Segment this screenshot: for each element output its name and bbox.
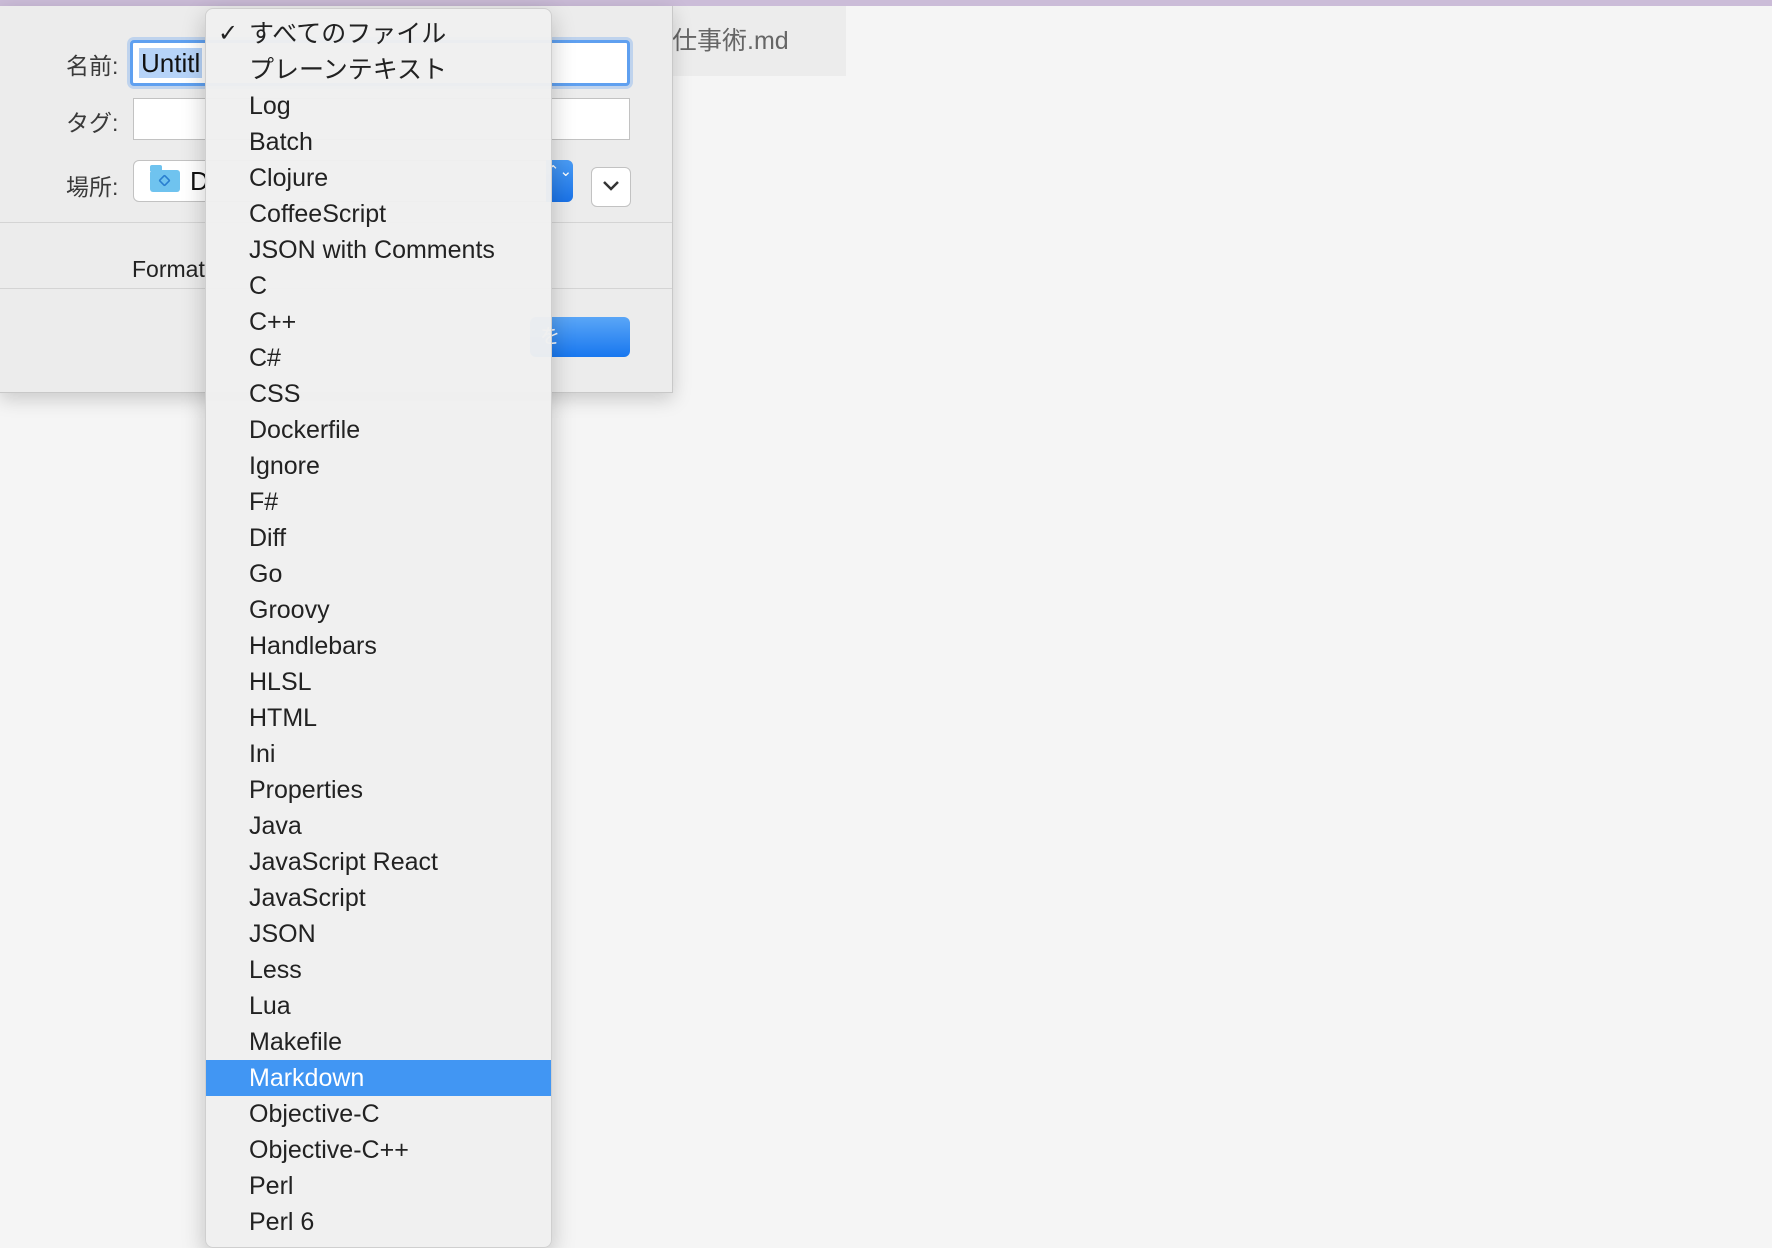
menu-item-label: Makefile (249, 1028, 343, 1056)
menu-item[interactable]: Objective-C++ (206, 1132, 551, 1168)
menu-item-label: JavaScript React (249, 848, 438, 876)
expand-dialog-button[interactable] (591, 167, 631, 207)
menu-item[interactable]: Lua (206, 988, 551, 1024)
menu-item-label: Ignore (249, 452, 320, 480)
menu-item[interactable]: Log (206, 88, 551, 124)
menu-item-label: Dockerfile (249, 416, 361, 444)
menu-item-label: Perl 6 (249, 1208, 315, 1236)
menu-item[interactable]: CoffeeScript (206, 196, 551, 232)
menu-item-label: C++ (249, 308, 297, 336)
menu-item-label: Markdown (249, 1064, 365, 1092)
menu-item[interactable]: Ini (206, 736, 551, 772)
name-label: 名前: (66, 53, 119, 79)
menu-item[interactable]: CSS (206, 376, 551, 412)
menu-item[interactable]: Clojure (206, 160, 551, 196)
menu-item[interactable]: Ignore (206, 448, 551, 484)
menu-item[interactable]: Perl (206, 1168, 551, 1204)
filename-text: Untitl (139, 48, 203, 78)
menu-item-label: Objective-C (249, 1100, 380, 1128)
menu-item[interactable]: Less (206, 952, 551, 988)
menu-item[interactable]: Perl 6 (206, 1204, 551, 1240)
file-format-menu: ✓ すべてのファイル プレーンテキスト Log Batch Clojure CoffeeSc… (205, 8, 552, 1248)
menu-item[interactable]: C (206, 268, 551, 304)
menu-item[interactable]: JSON (206, 916, 551, 952)
menu-item-label: Go (249, 560, 283, 588)
menu-item-label: CSS (249, 380, 301, 408)
menu-item-label: プレーンテキスト (249, 56, 448, 84)
menu-item-label: Diff (249, 524, 287, 552)
menu-item-label: CoffeeScript (249, 200, 387, 228)
menu-item[interactable]: HTML (206, 700, 551, 736)
menu-item-label: すべてのファイル (249, 20, 447, 48)
menu-item[interactable]: Makefile (206, 1024, 551, 1060)
menu-item-label: Less (249, 956, 302, 984)
menu-item[interactable]: Properties (206, 772, 551, 808)
menu-item-label: HTML (249, 704, 318, 732)
menu-item-label: Log (249, 92, 291, 120)
menu-item[interactable]: Handlebars (206, 628, 551, 664)
format-label: Format (132, 256, 205, 282)
menu-item-label: Clojure (249, 164, 329, 192)
menu-item[interactable]: JavaScript React (206, 844, 551, 880)
menu-item[interactable]: Objective-C (206, 1096, 551, 1132)
menu-item[interactable]: Java (206, 808, 551, 844)
menu-item[interactable]: JavaScript (206, 880, 551, 916)
menu-item-label: HLSL (249, 668, 312, 696)
menu-item-label: JSON with Comments (249, 236, 495, 264)
menu-item[interactable]: C++ (206, 304, 551, 340)
chevron-down-icon (603, 181, 619, 191)
menu-item-label: C (249, 272, 268, 300)
menu-item-label: Batch (249, 128, 313, 156)
menu-item-label: Groovy (249, 596, 330, 624)
menu-item-label: JSON (249, 920, 316, 948)
menu-item[interactable]: HLSL (206, 664, 551, 700)
menu-item-label: Ini (249, 740, 276, 768)
dropbox-folder-icon (150, 165, 180, 192)
menu-item[interactable]: F# (206, 484, 551, 520)
menu-item-label: Perl (249, 1172, 294, 1200)
menu-item[interactable]: C# (206, 340, 551, 376)
menu-item-label: Java (249, 812, 302, 840)
menu-item[interactable]: ✓ すべてのファイル (206, 16, 551, 52)
menu-item-label: Lua (249, 992, 291, 1020)
menu-item[interactable]: プレーンテキスト (206, 52, 551, 88)
menu-item-label: Properties (249, 776, 363, 804)
location-label: 場所: (66, 174, 119, 200)
menu-item-label: Handlebars (249, 632, 377, 660)
menu-item[interactable]: Batch (206, 124, 551, 160)
menu-item[interactable]: JSON with Comments (206, 232, 551, 268)
menu-item[interactable]: Go (206, 556, 551, 592)
checkmark-icon: ✓ (218, 20, 239, 47)
menu-item-label: C# (249, 344, 281, 372)
menu-item[interactable]: Groovy (206, 592, 551, 628)
editor-tab-label: 仕事術.md (672, 27, 789, 55)
tags-label: タグ: (66, 110, 119, 136)
menu-item[interactable]: Markdown (206, 1060, 551, 1096)
menu-item-label: Objective-C++ (249, 1136, 409, 1164)
menu-item-label: JavaScript (249, 884, 366, 912)
editor-tab-title[interactable]: 仕事術.md (672, 6, 846, 76)
menu-item[interactable]: Diff (206, 520, 551, 556)
menu-item[interactable]: Dockerfile (206, 412, 551, 448)
menu-item-label: F# (249, 488, 279, 516)
